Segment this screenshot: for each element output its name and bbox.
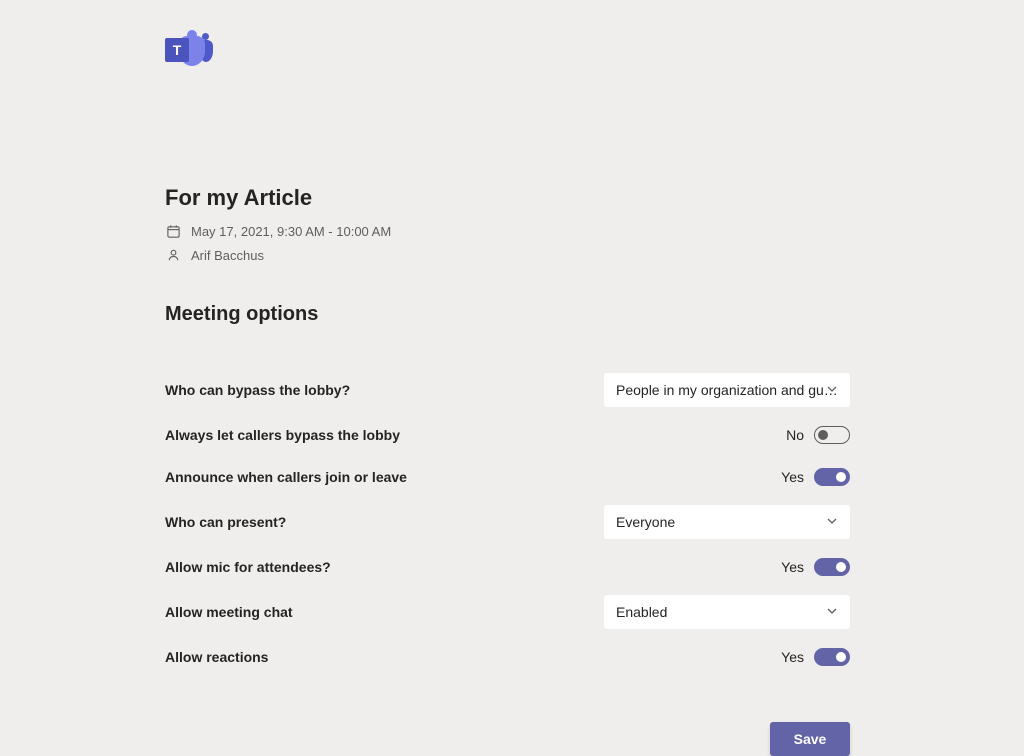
option-label: Allow meeting chat: [165, 604, 604, 620]
option-label: Who can bypass the lobby?: [165, 382, 604, 398]
meeting-chat-select[interactable]: Enabled: [604, 595, 850, 629]
toggle-value-label: Yes: [781, 559, 804, 575]
callers-bypass-toggle[interactable]: [814, 426, 850, 444]
organizer-icon: [165, 247, 181, 263]
chevron-down-icon: [826, 604, 838, 620]
toggle-value-label: Yes: [781, 649, 804, 665]
organizer-row: Arif Bacchus: [165, 247, 1024, 263]
option-bypass-lobby: Who can bypass the lobby? People in my o…: [165, 366, 850, 414]
reactions-toggle[interactable]: [814, 648, 850, 666]
option-allow-mic: Allow mic for attendees? Yes: [165, 546, 850, 588]
option-label: Always let callers bypass the lobby: [165, 427, 786, 443]
bypass-lobby-select[interactable]: People in my organization and gu…: [604, 373, 850, 407]
meeting-datetime: May 17, 2021, 9:30 AM - 10:00 AM: [191, 224, 391, 239]
option-present: Who can present? Everyone: [165, 498, 850, 546]
option-callers-bypass: Always let callers bypass the lobby No: [165, 414, 850, 456]
chevron-down-icon: [826, 514, 838, 530]
meeting-datetime-row: May 17, 2021, 9:30 AM - 10:00 AM: [165, 223, 1024, 239]
announce-toggle[interactable]: [814, 468, 850, 486]
option-label: Allow reactions: [165, 649, 781, 665]
section-title: Meeting options: [165, 303, 1024, 326]
calendar-icon: [165, 223, 181, 239]
option-reactions: Allow reactions Yes: [165, 636, 850, 678]
organizer-name: Arif Bacchus: [191, 248, 264, 263]
option-label: Allow mic for attendees?: [165, 559, 781, 575]
toggle-value-label: No: [786, 427, 804, 443]
toggle-value-label: Yes: [781, 469, 804, 485]
teams-logo: T: [165, 30, 1024, 75]
present-select[interactable]: Everyone: [604, 505, 850, 539]
option-meeting-chat: Allow meeting chat Enabled: [165, 588, 850, 636]
option-announce: Announce when callers join or leave Yes: [165, 456, 850, 498]
allow-mic-toggle[interactable]: [814, 558, 850, 576]
chevron-down-icon: [826, 382, 838, 398]
option-label: Who can present?: [165, 514, 604, 530]
meeting-title: For my Article: [165, 185, 1024, 211]
option-label: Announce when callers join or leave: [165, 469, 781, 485]
save-button[interactable]: Save: [770, 722, 850, 756]
